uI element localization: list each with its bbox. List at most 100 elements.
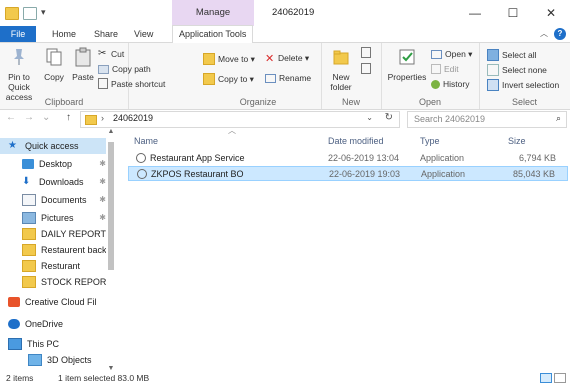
pin-icon[interactable]: ✱ — [99, 156, 106, 172]
maximize-button[interactable]: ☐ — [494, 0, 532, 26]
sidebar-item[interactable]: Pictures ✱ — [0, 210, 106, 226]
help-icon[interactable]: ? — [554, 28, 566, 40]
select-none-icon — [487, 64, 499, 76]
sort-ascending-icon: ︿ — [228, 126, 236, 135]
address-path: 24062019 — [113, 113, 154, 123]
address-bar[interactable]: › 24062019 ⌄ ↻ — [80, 111, 400, 128]
tab-file[interactable]: File — [0, 26, 36, 42]
collapse-ribbon-icon[interactable]: ︿ — [540, 28, 548, 39]
sidebar-item[interactable]: Desktop ✱ — [0, 156, 106, 172]
rename-button[interactable]: Rename — [265, 73, 311, 83]
navigation-scrollbar[interactable]: ▲ ▼ — [106, 128, 116, 372]
open-button[interactable]: Open ▾ — [431, 49, 472, 60]
up-arrow-icon[interactable]: ↑ — [66, 112, 71, 123]
sidebar-item-label: Quick access — [25, 141, 79, 151]
delete-button[interactable]: ✕ Delete ▾ — [265, 53, 309, 64]
sidebar-item[interactable]: DAILY REPORT — [0, 226, 106, 242]
tab-application-tools[interactable]: Application Tools — [172, 25, 254, 44]
sidebar-item[interactable]: OneDrive — [0, 316, 106, 332]
sidebar-item[interactable]: ★ Quick access — [0, 138, 106, 154]
folder-icon[interactable] — [5, 7, 19, 20]
select-none-button[interactable]: Select none — [487, 64, 547, 76]
edit-icon — [431, 64, 441, 74]
column-header-size[interactable]: Size — [508, 134, 526, 148]
invert-selection-button[interactable]: Invert selection — [487, 79, 559, 91]
file-size: 6,794 KB — [518, 153, 556, 163]
properties-button[interactable]: Properties — [385, 47, 429, 82]
organize-group: Move to ▾ Copy to ▾ ✕ Delete ▾ Rename Or… — [195, 43, 322, 109]
sidebar-item[interactable]: 3D Objects — [0, 352, 106, 368]
sidebar-item[interactable]: STOCK REPORT — [0, 274, 106, 290]
column-header-name[interactable]: Name — [134, 134, 158, 148]
sidebar-item[interactable]: This PC — [0, 336, 106, 352]
pin-icon[interactable]: ✱ — [99, 192, 106, 208]
paste-button[interactable]: Paste — [70, 47, 96, 82]
column-header-type[interactable]: Type — [420, 134, 440, 148]
sidebar-item[interactable]: Creative Cloud Fil — [0, 294, 106, 310]
paste-shortcut-icon — [98, 78, 108, 89]
easy-access-button[interactable] — [361, 63, 371, 74]
sidebar-item[interactable]: Restaurent backu — [0, 242, 106, 258]
star-icon: ★ — [8, 140, 17, 151]
cut-button[interactable]: ✂ Cut — [98, 49, 124, 60]
desktop-icon — [22, 159, 34, 169]
paste-shortcut-button[interactable]: Paste shortcut — [98, 78, 165, 89]
large-icons-view-icon[interactable] — [554, 373, 566, 383]
column-header-date[interactable]: Date modified — [328, 134, 384, 148]
file-explorer-window: ▾ Manage 24062019 — ☐ ✕ File Home Share … — [0, 0, 570, 385]
file-size: 85,043 KB — [512, 169, 555, 179]
sidebar-item-label: Restaurent backu — [41, 245, 106, 255]
pin-quick-access-button[interactable]: Pin to Quick access — [0, 47, 38, 102]
copy-button[interactable]: Copy — [40, 47, 68, 82]
details-view-icon[interactable] — [540, 373, 552, 383]
quick-access-toolbar: ▾ — [5, 7, 46, 20]
sidebar-item-label: OneDrive — [25, 319, 64, 329]
refresh-icon[interactable]: ↻ — [385, 112, 393, 123]
application-icon — [136, 153, 146, 163]
pin-icon[interactable]: ✱ — [99, 174, 106, 190]
properties-check-icon[interactable] — [23, 7, 37, 20]
sidebar-item-label: STOCK REPORT — [41, 277, 106, 287]
table-row[interactable]: Restaurant App Service 22-06-2019 13:04 Ap… — [128, 151, 568, 166]
table-row[interactable]: ZKPOS Restaurant BO 22-06-2019 19:03 Appli… — [128, 166, 568, 181]
move-to-button[interactable]: Move to ▾ — [203, 53, 255, 65]
copy-to-button[interactable]: Copy to ▾ — [203, 73, 254, 85]
back-forward-icons[interactable]: ←→⌄ — [6, 112, 58, 123]
new-group: New folder New — [321, 43, 382, 109]
open-group-label: Open — [418, 97, 442, 107]
file-date: 22-06-2019 19:03 — [329, 169, 401, 179]
sidebar-item-label: Pictures — [41, 213, 74, 223]
sidebar-item[interactable]: Resturant — [0, 258, 106, 274]
tab-share[interactable]: Share — [88, 26, 124, 42]
history-button[interactable]: History — [431, 79, 469, 89]
sidebar-item[interactable]: Documents ✱ — [0, 192, 106, 208]
3d-objects-icon — [28, 354, 42, 366]
pin-icon[interactable]: ✱ — [99, 210, 106, 226]
chevron-down-icon[interactable]: ⌄ — [366, 113, 373, 122]
select-all-button[interactable]: Select all — [487, 49, 537, 61]
scroll-down-icon[interactable]: ▼ — [106, 365, 116, 372]
chevron-right-icon: › — [101, 113, 104, 123]
new-folder-button[interactable]: New folder — [323, 47, 359, 92]
copy-path-button[interactable]: Copy path — [98, 64, 151, 74]
edit-button[interactable]: Edit — [431, 64, 459, 74]
minimize-button[interactable]: — — [456, 0, 494, 26]
folder-icon — [85, 115, 97, 125]
close-button[interactable]: ✕ — [532, 0, 570, 26]
manage-context-tab[interactable]: Manage — [172, 0, 254, 26]
documents-icon — [22, 194, 36, 206]
new-item-button[interactable] — [361, 47, 371, 58]
search-box[interactable]: Search 24062019 ⌕ — [407, 111, 567, 128]
scrollbar-thumb[interactable] — [108, 142, 114, 270]
window-controls: — ☐ ✕ — [456, 0, 570, 26]
ribbon-tabs: File Home Share View Application Tools ︿… — [0, 25, 570, 44]
scroll-up-icon[interactable]: ▲ — [106, 128, 116, 135]
tab-view[interactable]: View — [128, 26, 159, 42]
tab-home[interactable]: Home — [46, 26, 82, 42]
sidebar-item-label: Documents — [41, 195, 87, 205]
search-input[interactable]: Search 24062019 — [414, 114, 485, 124]
copy-icon — [46, 48, 62, 66]
sidebar-item[interactable]: ⬇ Downloads ✱ — [0, 174, 106, 190]
customize-toolbar-icon[interactable]: ▾ — [41, 7, 46, 20]
selection-info: 1 item selected 83.0 MB — [58, 373, 150, 383]
